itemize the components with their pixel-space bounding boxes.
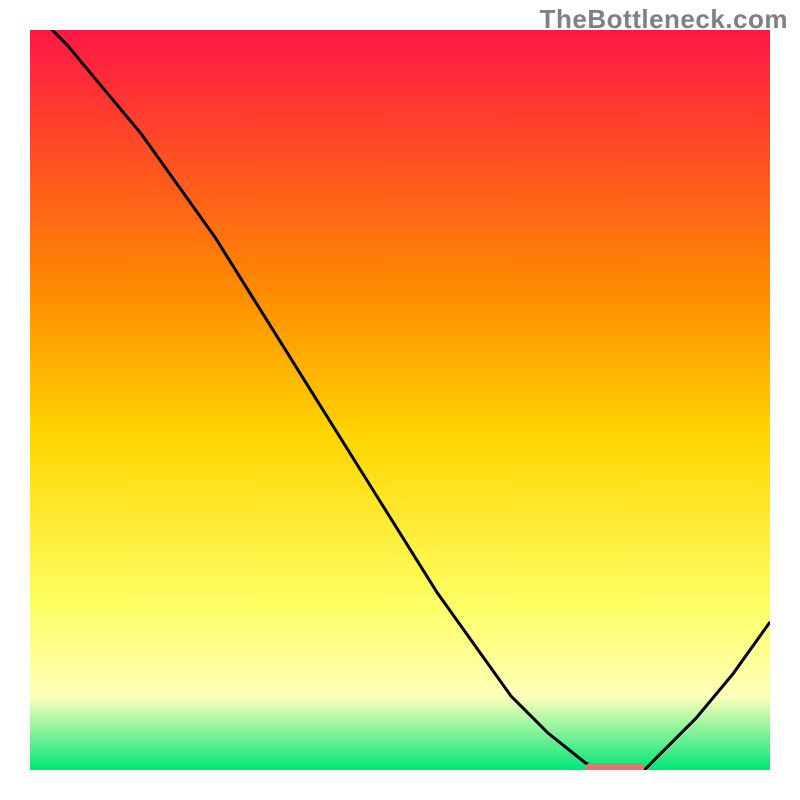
chart-frame: TheBottleneck.com (0, 0, 800, 800)
plot-background (30, 30, 770, 770)
optimal-range-marker (585, 763, 644, 770)
bottleneck-chart (30, 30, 770, 770)
